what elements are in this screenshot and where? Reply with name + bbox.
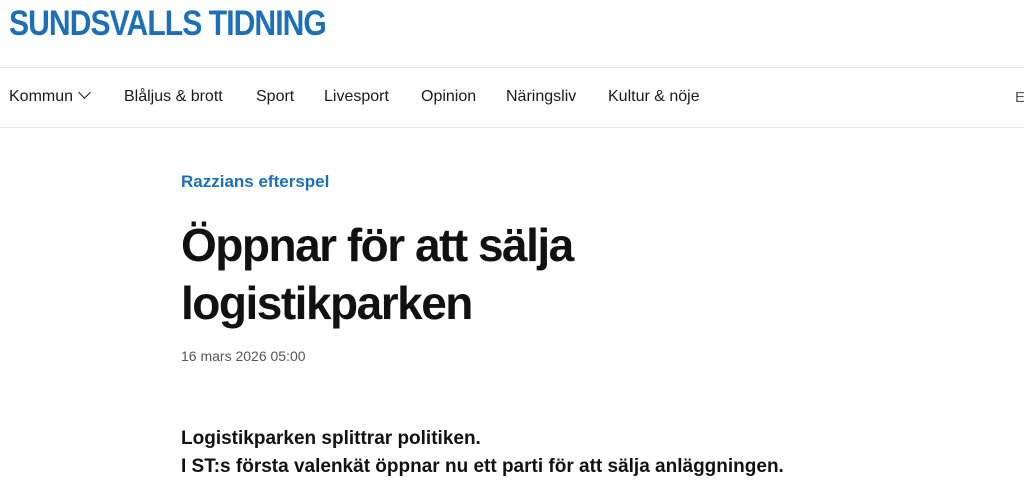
nav-item-kommun[interactable]: Kommun	[9, 86, 91, 107]
nav-item-label: Kommun	[9, 88, 74, 105]
nav-item-kultur-noje[interactable]: Kultur & nöje	[608, 87, 700, 107]
nav-item-sport[interactable]: Sport	[256, 87, 294, 107]
nav-item-naringsliv[interactable]: Näringsliv	[506, 87, 576, 107]
nav-item-blaljus-brott[interactable]: Blåljus & brott	[124, 87, 223, 107]
lead-line: Logistikparken splittrar politiken.	[181, 428, 481, 449]
published-date: 16 mars 2026 05:00	[181, 348, 306, 364]
nav-item-opinion[interactable]: Opinion	[421, 87, 476, 107]
lead-line: I ST:s första valenkät öppnar nu ett par…	[181, 456, 784, 477]
nav-overflow-item[interactable]: E	[1015, 89, 1024, 106]
site-logo[interactable]: SUNDSVALLS TIDNING	[9, 6, 327, 42]
article-lead: Logistikparken splittrar politiken. I ST…	[181, 425, 941, 481]
site-header: SUNDSVALLS TIDNING	[0, 0, 1024, 68]
chevron-down-icon	[78, 86, 91, 99]
nav-item-livesport[interactable]: Livesport	[324, 87, 389, 107]
article-kicker[interactable]: Razzians efterspel	[181, 172, 329, 192]
main-nav: Kommun Blåljus & brott Sport Livesport O…	[0, 68, 1024, 128]
article-headline: Öppnar för att sälja logistikparken	[181, 219, 574, 329]
